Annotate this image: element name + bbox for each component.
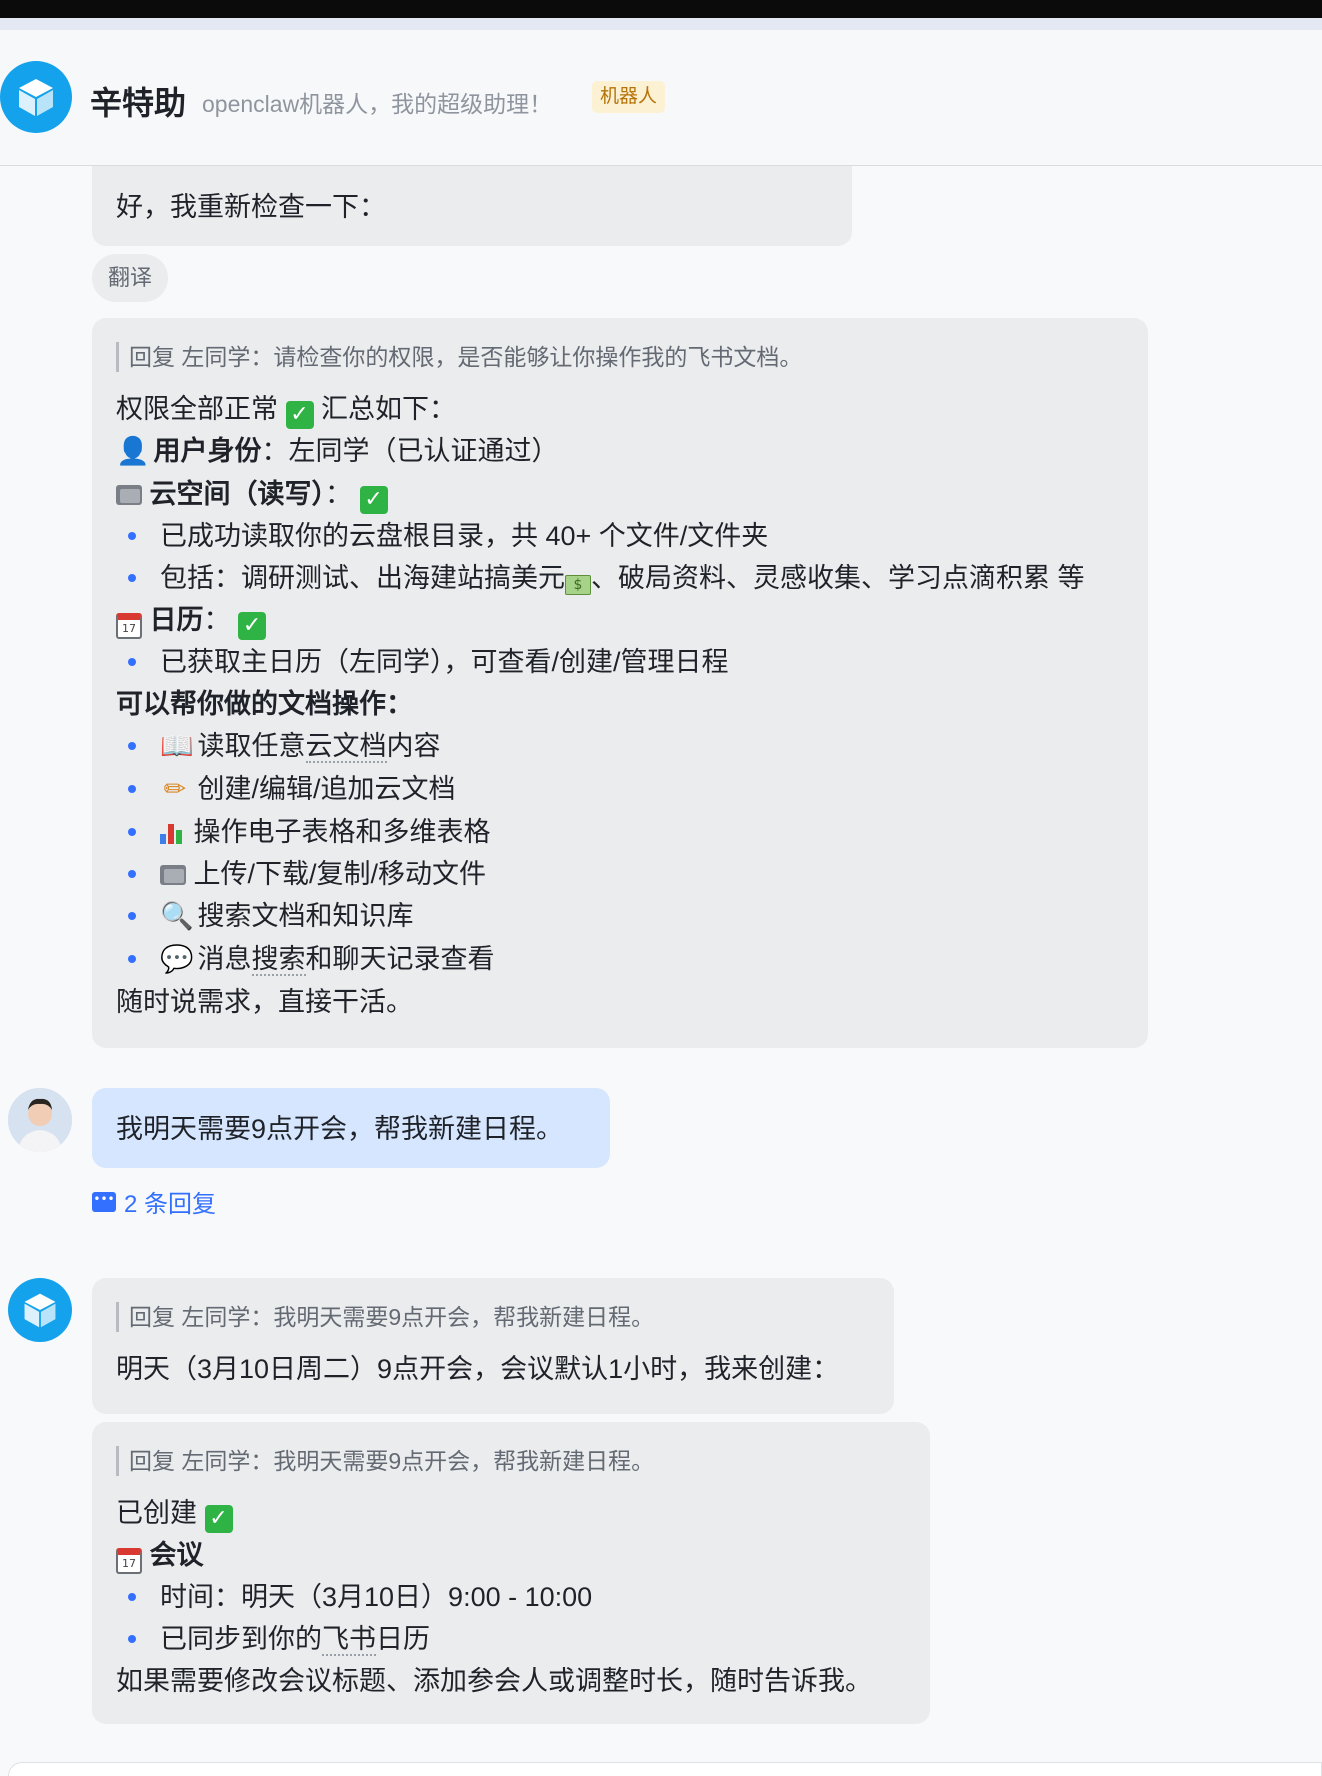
list-item: 📖 读取任意云文档内容 — [116, 725, 1124, 768]
translate-button[interactable]: 翻译 — [92, 254, 169, 302]
chart-icon — [160, 820, 186, 844]
closing-text: 随时说需求，直接干活。 — [116, 987, 413, 1017]
list-item-text: 操作电子表格和多维表格 — [193, 817, 491, 847]
list-item: 操作电子表格和多维表格 — [116, 811, 1124, 853]
magnifier-icon: 🔍 — [160, 901, 194, 932]
list-item: 💬 消息搜索和聊天记录查看 — [116, 938, 1124, 981]
calendar-colon: ： — [203, 605, 231, 635]
list-item-text: 日历 — [376, 1624, 430, 1654]
calendar-label: 日历 — [149, 605, 204, 635]
reply-quote[interactable]: 回复 左同学：我明天需要9点开会，帮我新建日程。 — [116, 1446, 906, 1476]
book-icon: 📖 — [160, 731, 194, 762]
ops-title: 可以帮你做的文档操作： — [116, 689, 413, 719]
reply-quote[interactable]: 回复 左同学：我明天需要9点开会，帮我新建日程。 — [116, 1302, 870, 1332]
list-item: 🔍 搜索文档和知识库 — [116, 895, 1124, 938]
list-item-text: 读取任意 — [197, 731, 306, 761]
cube-icon — [19, 79, 53, 116]
speech-bubble-icon: 💬 — [160, 944, 194, 975]
reply-quote[interactable]: 回复 左同学：请检查你的权限，是否能够让你操作我的飞书文档。 — [116, 342, 1124, 372]
calendar-icon: 17 — [116, 1548, 142, 1574]
chat-header: 辛特助 openclaw机器人，我的超级助理！ 机器人 — [0, 30, 1322, 166]
chat-title[interactable]: 辛特助 — [90, 78, 186, 124]
message-bubble-bot[interactable]: 回复 左同学：我明天需要9点开会，帮我新建日程。 明天（3月10日周二）9点开会… — [92, 1278, 894, 1414]
user-icon: 👤 — [116, 436, 150, 467]
list-item-text: 上传/下载/复制/移动文件 — [193, 859, 487, 889]
bot-avatar[interactable] — [0, 61, 72, 133]
search-link[interactable]: 搜索 — [251, 944, 306, 976]
list-item: 已同步到你的飞书日历 — [116, 1618, 906, 1660]
list-item-text: 消息 — [197, 944, 252, 974]
message-bubble-bot[interactable]: 回复 左同学：请检查你的权限，是否能够让你操作我的飞书文档。 权限全部正常 ✓ … — [92, 318, 1148, 1048]
identity-value: ：左同学（已认证通过） — [261, 436, 559, 466]
money-icon: $ — [565, 575, 591, 595]
list-item-text: 搜索文档和知识库 — [197, 901, 414, 931]
list-item-text: 、破局资料、灵感收集、学习点滴积累 等 — [591, 563, 1085, 593]
window-top-bar — [0, 0, 1322, 18]
space-line: 云空间（读写）： ✓ — [116, 473, 1124, 515]
identity-line: 👤 用户身份：左同学（已认证通过） — [116, 430, 1124, 473]
list-item: 已成功读取你的云盘根目录，共 40+ 个文件/文件夹 — [116, 515, 1124, 557]
closing-text: 如果需要修改会议标题、添加参会人或调整时长，随时告诉我。 — [116, 1666, 872, 1696]
message-text: 好，我重新检查一下： — [116, 192, 386, 222]
list-item: 上传/下载/复制/移动文件 — [116, 853, 1124, 895]
bot-badge: 机器人 — [592, 81, 666, 113]
feishu-link[interactable]: 飞书 — [322, 1624, 376, 1656]
user-photo-icon — [8, 1088, 72, 1152]
window-top-shade — [0, 18, 1322, 30]
list-item-text: 内容 — [386, 731, 441, 761]
created-text: 已创建 — [116, 1498, 197, 1528]
thread-reply-link[interactable]: ••• 2 条回复 — [92, 1184, 216, 1219]
doc-link[interactable]: 云文档 — [305, 731, 387, 763]
list-item-text: 包括：调研测试、出海建站搞美元 — [160, 563, 565, 593]
check-icon: ✓ — [204, 1505, 233, 1533]
folder-icon — [116, 485, 142, 505]
pencil-icon: ✏ — [163, 774, 187, 805]
chat-description: openclaw机器人，我的超级助理！ — [202, 91, 553, 117]
event-title-line: 17 会议 — [116, 1534, 906, 1576]
reply-count-text: 2 条回复 — [124, 1191, 217, 1218]
message-text: 明天（3月10日周二）9点开会，会议默认1小时，我来创建： — [116, 1354, 840, 1384]
bot-avatar[interactable] — [8, 1278, 72, 1342]
message-bubble-bot[interactable]: 好，我重新检查一下： — [92, 166, 852, 246]
event-title: 会议 — [149, 1540, 204, 1570]
intro-suffix: 汇总如下： — [321, 394, 457, 424]
space-label: 云空间（读写） — [149, 479, 326, 509]
check-icon: ✓ — [285, 401, 314, 429]
folder-icon — [160, 865, 186, 885]
list-item: 包括：调研测试、出海建站搞美元 $ 、破局资料、灵感收集、学习点滴积累 等 — [116, 557, 1124, 599]
check-icon: ✓ — [359, 486, 388, 514]
check-icon: ✓ — [238, 612, 267, 640]
avatar[interactable] — [8, 1088, 72, 1152]
list-item-text: 已同步到你的 — [160, 1624, 322, 1654]
message-bubble-user[interactable]: 我明天需要9点开会，帮我新建日程。 — [92, 1088, 610, 1168]
message-text: 我明天需要9点开会，帮我新建日程。 — [116, 1114, 564, 1144]
message-line: 权限全部正常 ✓ 汇总如下： — [116, 388, 1124, 430]
list-item: 时间：明天（3月10日）9:00 - 10:00 — [116, 1576, 906, 1618]
created-line: 已创建 ✓ — [116, 1492, 906, 1534]
message-bubble-bot[interactable]: 回复 左同学：我明天需要9点开会，帮我新建日程。 已创建 ✓ 17 会议 时间：… — [92, 1422, 930, 1724]
list-item-text: 创建/编辑/追加云文档 — [197, 774, 456, 804]
identity-label: 用户身份 — [153, 436, 262, 466]
intro-text: 权限全部正常 — [116, 394, 278, 424]
calendar-icon: 17 — [116, 613, 142, 639]
list-item-text: 和聊天记录查看 — [305, 944, 495, 974]
calendar-line: 17 日历： ✓ — [116, 599, 1124, 641]
reply-icon: ••• — [92, 1191, 116, 1212]
message-input-area[interactable] — [8, 1762, 1322, 1776]
list-item: ✏ 创建/编辑/追加云文档 — [116, 768, 1124, 811]
list-item: 已获取主日历（左同学），可查看/创建/管理日程 — [116, 641, 1124, 683]
space-colon: ： — [325, 479, 353, 509]
cube-icon — [24, 1293, 56, 1328]
